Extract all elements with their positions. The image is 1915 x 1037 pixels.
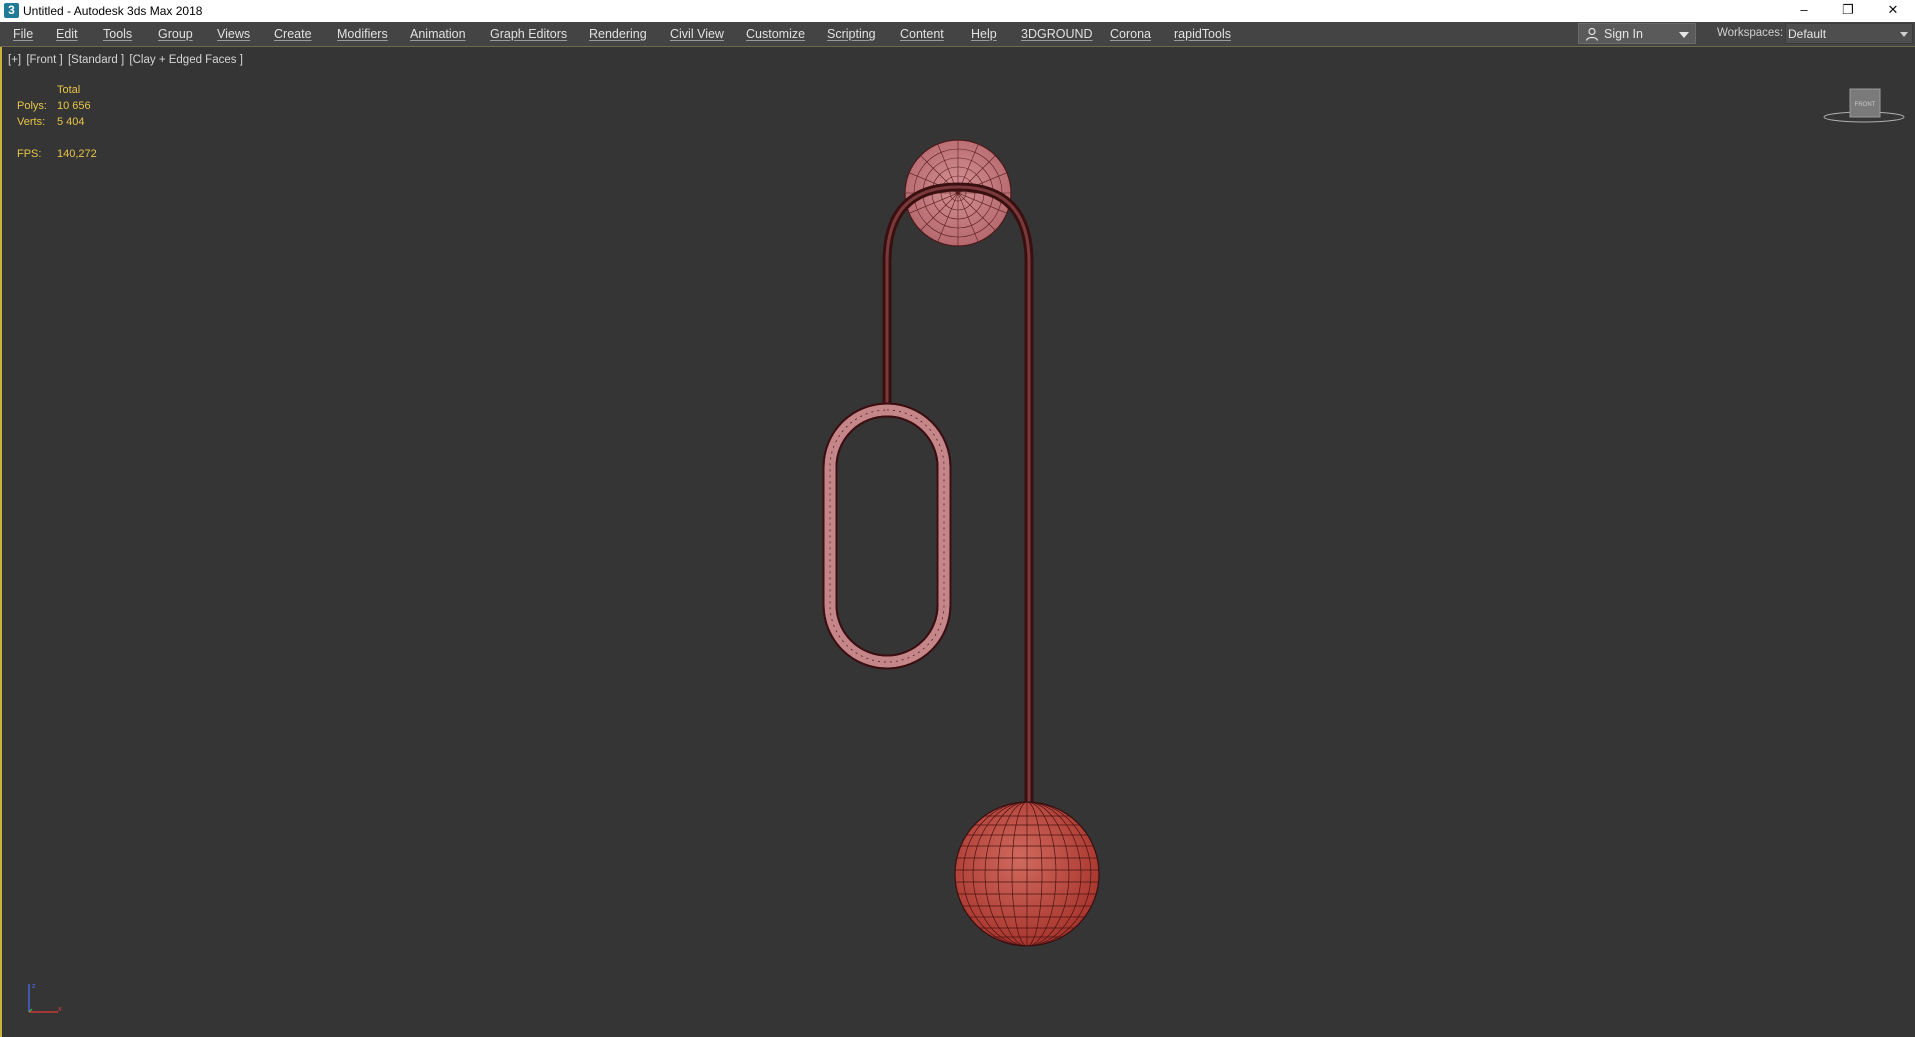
menu-animation[interactable]: Animation: [410, 27, 466, 41]
sign-in-dropdown[interactable]: Sign In: [1578, 23, 1696, 44]
menu-corona[interactable]: Corona: [1110, 27, 1151, 41]
workspaces-label: Workspaces:: [1717, 27, 1784, 39]
menu-modifiers[interactable]: Modifiers: [337, 27, 388, 41]
menu-bar: File Edit Tools Group Views Create Modif…: [0, 22, 1915, 47]
menu-civil-view[interactable]: Civil View: [670, 27, 724, 41]
menu-file[interactable]: File: [13, 27, 33, 41]
menu-tools[interactable]: Tools: [103, 27, 132, 41]
workspace-select[interactable]: Default: [1785, 23, 1913, 44]
scene-geometry: [822, 139, 1102, 947]
axis-tripod: z x: [28, 983, 62, 1013]
minimize-button[interactable]: –: [1782, 0, 1826, 22]
front-viewport[interactable]: [+] [Front ] [Standard ] [Clay + Edged F…: [0, 47, 1915, 1037]
menu-scripting[interactable]: Scripting: [827, 27, 876, 41]
menu-help[interactable]: Help: [971, 27, 997, 41]
app-icon: 3: [4, 3, 19, 18]
cord[interactable]: [882, 182, 1034, 812]
viewcube[interactable]: FRONT: [1820, 87, 1910, 137]
chevron-down-icon: [1900, 32, 1908, 37]
menu-views[interactable]: Views: [217, 27, 250, 41]
close-button[interactable]: ✕: [1871, 0, 1915, 22]
menu-graph-editors[interactable]: Graph Editors: [490, 27, 567, 41]
menu-content[interactable]: Content: [900, 27, 944, 41]
user-icon: [1585, 27, 1599, 41]
x-axis-icon: x: [58, 1006, 62, 1013]
menu-3dground[interactable]: 3DGROUND: [1021, 27, 1093, 41]
title-bar: 3 Untitled - Autodesk 3ds Max 2018 – ❐ ✕: [0, 0, 1915, 22]
menu-create[interactable]: Create: [274, 27, 312, 41]
menu-rapidtools[interactable]: rapidTools: [1174, 27, 1231, 41]
menu-group[interactable]: Group: [158, 27, 193, 41]
z-axis-icon: z: [32, 983, 36, 990]
weight-sphere[interactable]: [952, 801, 1102, 947]
restore-button[interactable]: ❐: [1826, 0, 1870, 22]
oval-ring[interactable]: [822, 402, 952, 670]
window-title: Untitled - Autodesk 3ds Max 2018: [23, 4, 203, 18]
menu-edit[interactable]: Edit: [56, 27, 78, 41]
menu-rendering[interactable]: Rendering: [589, 27, 647, 41]
chevron-down-icon: [1679, 32, 1689, 38]
sign-in-label: Sign In: [1604, 27, 1643, 41]
menu-customize[interactable]: Customize: [746, 27, 805, 41]
viewcube-face-label: FRONT: [1855, 102, 1876, 108]
workspace-value: Default: [1788, 27, 1827, 41]
